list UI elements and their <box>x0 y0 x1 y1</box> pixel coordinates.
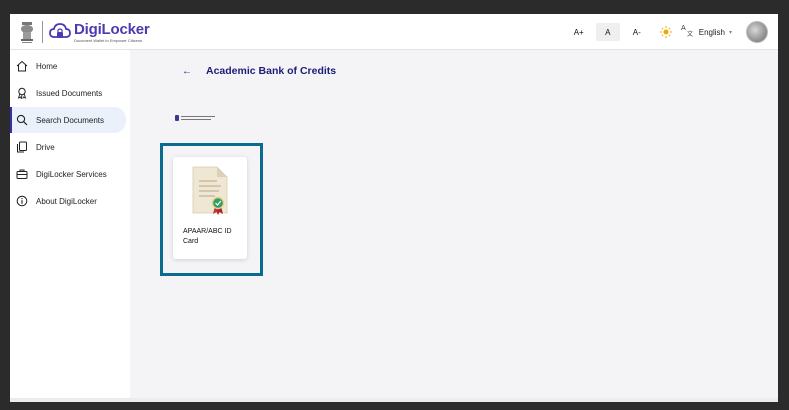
verified-document-icon <box>191 166 229 216</box>
avatar[interactable] <box>746 21 768 43</box>
sidebar-item-label: Issued Documents <box>36 88 103 98</box>
sidebar-item-search-documents[interactable]: Search Documents <box>10 107 126 133</box>
sidebar-item-drive[interactable]: Drive <box>10 134 130 160</box>
sidebar-item-home[interactable]: Home <box>10 53 130 79</box>
sidebar-item-label: DigiLocker Services <box>36 169 107 179</box>
cloud-lock-icon <box>49 21 71 43</box>
award-icon <box>16 87 28 99</box>
back-arrow-icon[interactable]: ← <box>182 66 192 77</box>
logo-divider <box>42 21 43 43</box>
sidebar: Home Issued Documents Search Documents D… <box>10 50 130 402</box>
font-decrease-button[interactable]: A- <box>625 23 649 41</box>
translate-icon[interactable]: A 文 <box>681 23 695 38</box>
sidebar-item-label: Search Documents <box>36 115 105 125</box>
home-icon <box>16 60 28 72</box>
page-title: Academic Bank of Credits <box>206 65 337 77</box>
sidebar-item-label: Drive <box>36 142 55 152</box>
sun-icon[interactable] <box>657 23 675 41</box>
files-icon <box>16 141 28 153</box>
language-selector[interactable]: English ▾ <box>699 28 732 37</box>
search-icon <box>16 114 28 126</box>
app-window: DigiLocker Document Wallet to Empower Ci… <box>10 14 778 402</box>
svg-text:A: A <box>681 24 686 32</box>
font-increase-button[interactable]: A+ <box>567 23 591 41</box>
sidebar-item-about-digilocker[interactable]: About DigiLocker <box>10 188 130 214</box>
sidebar-item-digilocker-services[interactable]: DigiLocker Services <box>10 161 130 187</box>
briefcase-icon <box>16 168 28 180</box>
svg-text:文: 文 <box>687 30 693 37</box>
emblem-icon <box>18 20 36 44</box>
main-content: ← Academic Bank of Credits APAAR/ABC ID … <box>130 50 778 402</box>
chevron-down-icon: ▾ <box>728 29 732 36</box>
digilocker-logo[interactable]: DigiLocker Document Wallet to Empower Ci… <box>18 18 150 46</box>
language-label: English <box>698 27 725 37</box>
font-normal-button[interactable]: A <box>595 23 620 41</box>
sidebar-item-issued-documents[interactable]: Issued Documents <box>10 80 130 106</box>
info-icon <box>16 195 28 207</box>
header-controls: A+ A A- A 文 English ▾ <box>562 19 768 45</box>
brand-tagline: Document Wallet to Empower Citizens <box>74 37 143 43</box>
brand-name: DigiLocker <box>74 20 150 38</box>
sidebar-item-label: Home <box>36 61 58 71</box>
document-card[interactable]: APAAR/ABC ID Card <box>173 157 247 259</box>
footer-shade <box>10 398 778 402</box>
issuer-logo <box>175 114 219 122</box>
sidebar-item-label: About DigiLocker <box>36 196 97 206</box>
document-card-label: APAAR/ABC ID Card <box>183 228 232 245</box>
top-header: DigiLocker Document Wallet to Empower Ci… <box>10 14 778 50</box>
